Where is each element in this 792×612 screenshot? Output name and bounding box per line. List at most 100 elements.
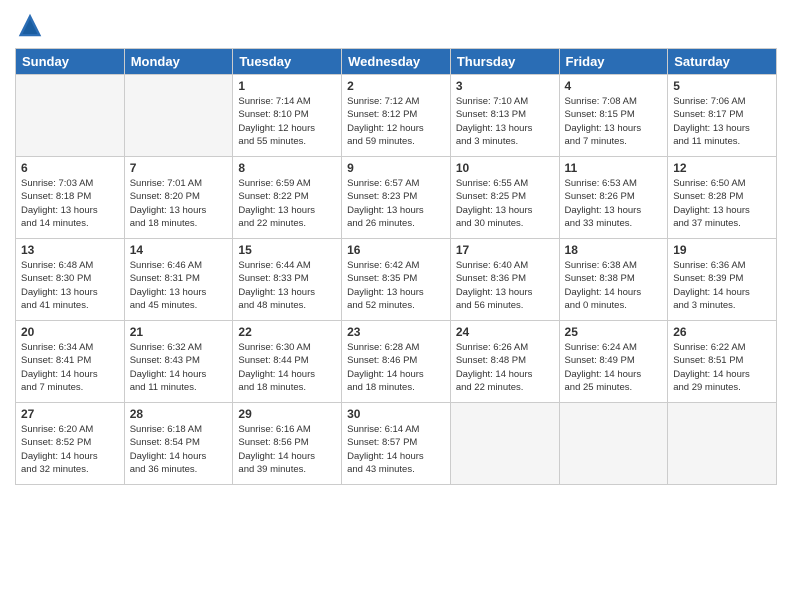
calendar-day-cell: 3 Sunrise: 7:10 AM Sunset: 8:13 PM Daylig… [450,75,559,157]
day-number: 14 [130,243,228,257]
calendar-day-cell: 16 Sunrise: 6:42 AM Sunset: 8:35 PM Dayli… [342,239,451,321]
calendar-day-cell [450,403,559,485]
day-info: Sunrise: 6:55 AM Sunset: 8:25 PM Dayligh… [456,177,554,230]
calendar-day-cell: 6 Sunrise: 7:03 AM Sunset: 8:18 PM Daylig… [16,157,125,239]
calendar-day-cell: 1Sunrise: 7:14 AM Sunset: 8:10 PM Daylig… [233,75,342,157]
day-number: 10 [456,161,554,175]
day-number: 15 [238,243,336,257]
calendar-day-cell: 12 Sunrise: 6:50 AM Sunset: 8:28 PM Dayli… [668,157,777,239]
calendar-week-row: 1Sunrise: 7:14 AM Sunset: 8:10 PM Daylig… [16,75,777,157]
day-info: Sunrise: 6:22 AM Sunset: 8:51 PM Dayligh… [673,341,771,394]
day-number: 11 [565,161,663,175]
day-number: 16 [347,243,445,257]
weekday-header: Tuesday [233,49,342,75]
weekday-header: Sunday [16,49,125,75]
day-number: 20 [21,325,119,339]
day-number: 13 [21,243,119,257]
day-number: 25 [565,325,663,339]
calendar-day-cell: 7 Sunrise: 7:01 AM Sunset: 8:20 PM Daylig… [124,157,233,239]
day-info: Sunrise: 7:12 AM Sunset: 8:12 PM Dayligh… [347,95,445,148]
calendar-day-cell: 30 Sunrise: 6:14 AM Sunset: 8:57 PM Dayli… [342,403,451,485]
day-number: 30 [347,407,445,421]
calendar-day-cell [124,75,233,157]
calendar-day-cell: 22 Sunrise: 6:30 AM Sunset: 8:44 PM Dayli… [233,321,342,403]
day-info: Sunrise: 6:48 AM Sunset: 8:30 PM Dayligh… [21,259,119,312]
calendar-day-cell: 5 Sunrise: 7:06 AM Sunset: 8:17 PM Daylig… [668,75,777,157]
day-number: 8 [238,161,336,175]
day-info: Sunrise: 7:01 AM Sunset: 8:20 PM Dayligh… [130,177,228,230]
calendar-day-cell: 4 Sunrise: 7:08 AM Sunset: 8:15 PM Daylig… [559,75,668,157]
calendar-day-cell: 28 Sunrise: 6:18 AM Sunset: 8:54 PM Dayli… [124,403,233,485]
page-container: SundayMondayTuesdayWednesdayThursdayFrid… [0,0,792,612]
calendar-day-cell: 13 Sunrise: 6:48 AM Sunset: 8:30 PM Dayli… [16,239,125,321]
calendar-week-row: 27Sunrise: 6:20 AM Sunset: 8:52 PM Dayli… [16,403,777,485]
day-number: 26 [673,325,771,339]
calendar-day-cell: 20 Sunrise: 6:34 AM Sunset: 8:41 PM Dayli… [16,321,125,403]
day-number: 4 [565,79,663,93]
calendar-week-row: 20 Sunrise: 6:34 AM Sunset: 8:41 PM Dayli… [16,321,777,403]
calendar-day-cell: 19 Sunrise: 6:36 AM Sunset: 8:39 PM Dayli… [668,239,777,321]
day-number: 28 [130,407,228,421]
day-info: Sunrise: 6:24 AM Sunset: 8:49 PM Dayligh… [565,341,663,394]
day-info: Sunrise: 7:10 AM Sunset: 8:13 PM Dayligh… [456,95,554,148]
day-number: 12 [673,161,771,175]
day-number: 7 [130,161,228,175]
day-info: Sunrise: 7:06 AM Sunset: 8:17 PM Dayligh… [673,95,771,148]
day-info: Sunrise: 6:34 AM Sunset: 8:41 PM Dayligh… [21,341,119,394]
day-number: 23 [347,325,445,339]
calendar-day-cell: 2 Sunrise: 7:12 AM Sunset: 8:12 PM Daylig… [342,75,451,157]
calendar-week-row: 13 Sunrise: 6:48 AM Sunset: 8:30 PM Dayli… [16,239,777,321]
calendar-day-cell: 29 Sunrise: 6:16 AM Sunset: 8:56 PM Dayli… [233,403,342,485]
day-info: Sunrise: 6:36 AM Sunset: 8:39 PM Dayligh… [673,259,771,312]
calendar-day-cell [668,403,777,485]
day-info: Sunrise: 6:44 AM Sunset: 8:33 PM Dayligh… [238,259,336,312]
day-number: 1 [238,79,336,93]
day-info: Sunrise: 6:53 AM Sunset: 8:26 PM Dayligh… [565,177,663,230]
calendar-day-cell: 9Sunrise: 6:57 AM Sunset: 8:23 PM Daylig… [342,157,451,239]
day-info: Sunrise: 6:30 AM Sunset: 8:44 PM Dayligh… [238,341,336,394]
day-info: Sunrise: 6:18 AM Sunset: 8:54 PM Dayligh… [130,423,228,476]
page-header [15,10,777,40]
day-info: Sunrise: 7:08 AM Sunset: 8:15 PM Dayligh… [565,95,663,148]
calendar-day-cell: 23 Sunrise: 6:28 AM Sunset: 8:46 PM Dayli… [342,321,451,403]
weekday-header: Wednesday [342,49,451,75]
calendar-day-cell: 15 Sunrise: 6:44 AM Sunset: 8:33 PM Dayli… [233,239,342,321]
calendar-table: SundayMondayTuesdayWednesdayThursdayFrid… [15,48,777,485]
day-info: Sunrise: 7:03 AM Sunset: 8:18 PM Dayligh… [21,177,119,230]
calendar-day-cell: 14 Sunrise: 6:46 AM Sunset: 8:31 PM Dayli… [124,239,233,321]
day-number: 18 [565,243,663,257]
calendar-week-row: 6 Sunrise: 7:03 AM Sunset: 8:18 PM Daylig… [16,157,777,239]
calendar-day-cell: 8Sunrise: 6:59 AM Sunset: 8:22 PM Daylig… [233,157,342,239]
day-info: Sunrise: 6:46 AM Sunset: 8:31 PM Dayligh… [130,259,228,312]
day-info: Sunrise: 6:16 AM Sunset: 8:56 PM Dayligh… [238,423,336,476]
calendar-day-cell: 24Sunrise: 6:26 AM Sunset: 8:48 PM Dayli… [450,321,559,403]
day-number: 2 [347,79,445,93]
day-number: 17 [456,243,554,257]
weekday-header-row: SundayMondayTuesdayWednesdayThursdayFrid… [16,49,777,75]
calendar-day-cell: 10 Sunrise: 6:55 AM Sunset: 8:25 PM Dayli… [450,157,559,239]
day-info: Sunrise: 6:28 AM Sunset: 8:46 PM Dayligh… [347,341,445,394]
day-info: Sunrise: 6:50 AM Sunset: 8:28 PM Dayligh… [673,177,771,230]
day-number: 19 [673,243,771,257]
weekday-header: Monday [124,49,233,75]
day-info: Sunrise: 6:38 AM Sunset: 8:38 PM Dayligh… [565,259,663,312]
day-number: 5 [673,79,771,93]
day-number: 6 [21,161,119,175]
day-info: Sunrise: 6:26 AM Sunset: 8:48 PM Dayligh… [456,341,554,394]
weekday-header: Thursday [450,49,559,75]
day-number: 29 [238,407,336,421]
weekday-header: Friday [559,49,668,75]
day-number: 22 [238,325,336,339]
calendar-day-cell [559,403,668,485]
day-number: 3 [456,79,554,93]
calendar-day-cell: 27Sunrise: 6:20 AM Sunset: 8:52 PM Dayli… [16,403,125,485]
calendar-day-cell: 17 Sunrise: 6:40 AM Sunset: 8:36 PM Dayli… [450,239,559,321]
calendar-day-cell: 26 Sunrise: 6:22 AM Sunset: 8:51 PM Dayli… [668,321,777,403]
day-info: Sunrise: 6:14 AM Sunset: 8:57 PM Dayligh… [347,423,445,476]
calendar-day-cell: 21Sunrise: 6:32 AM Sunset: 8:43 PM Dayli… [124,321,233,403]
calendar-day-cell [16,75,125,157]
logo-icon [15,10,45,40]
day-info: Sunrise: 6:42 AM Sunset: 8:35 PM Dayligh… [347,259,445,312]
day-info: Sunrise: 6:40 AM Sunset: 8:36 PM Dayligh… [456,259,554,312]
calendar-day-cell: 18 Sunrise: 6:38 AM Sunset: 8:38 PM Dayli… [559,239,668,321]
